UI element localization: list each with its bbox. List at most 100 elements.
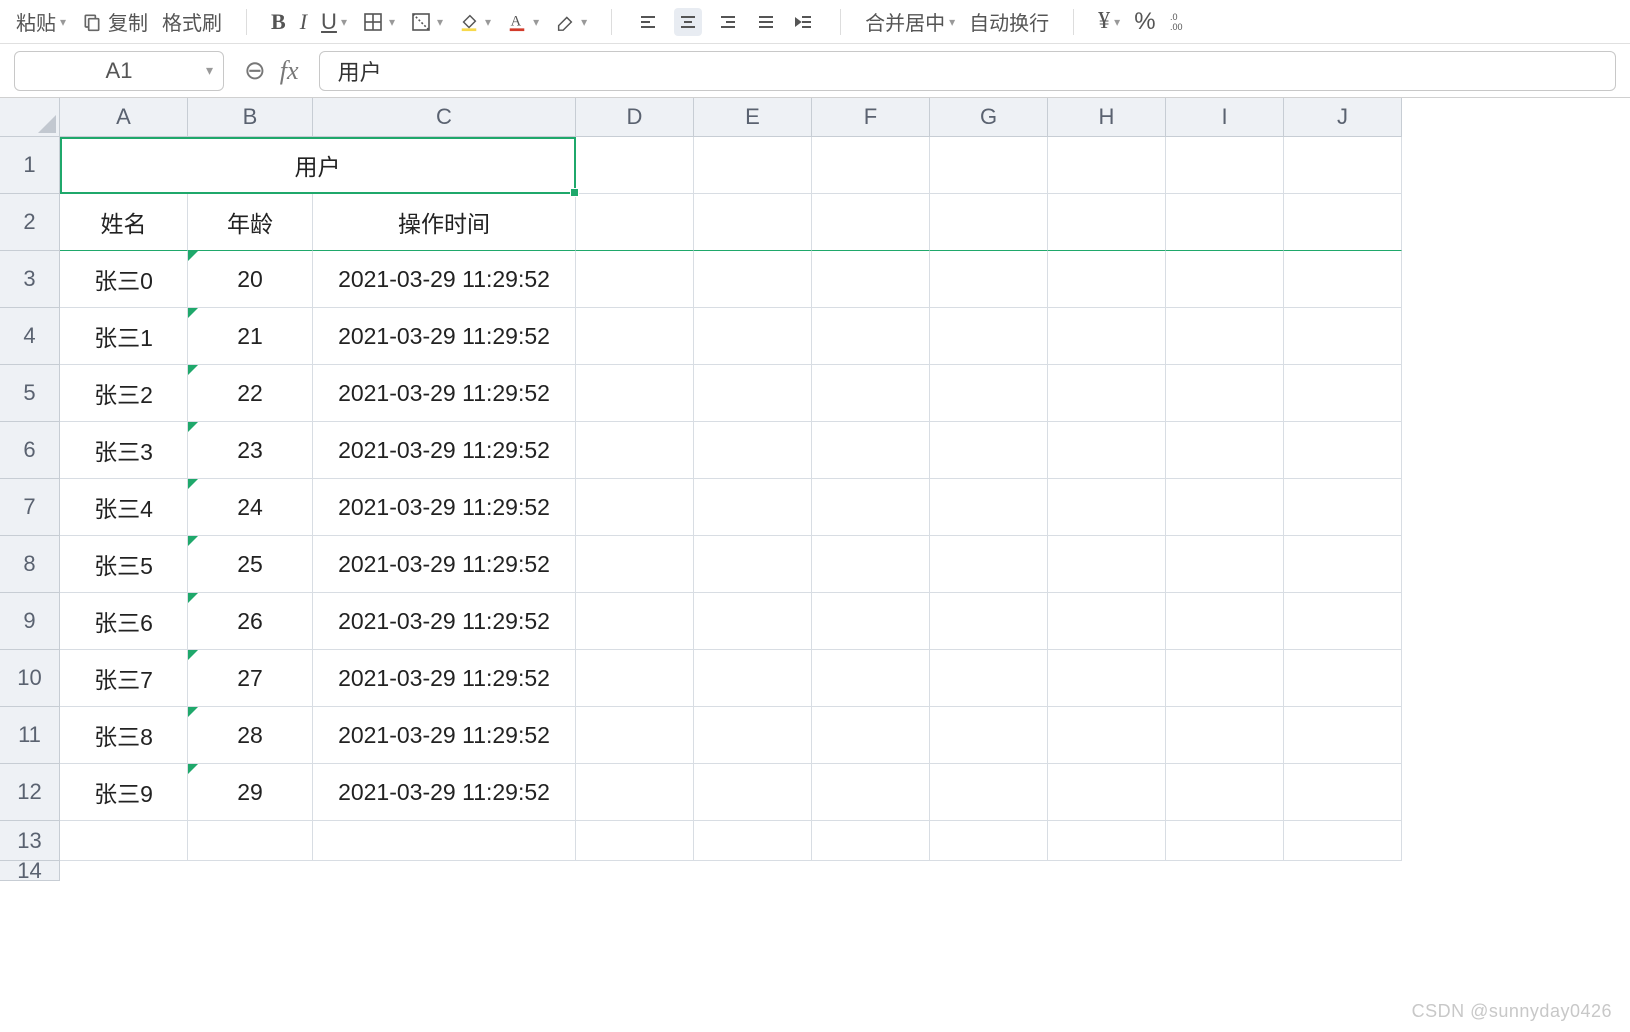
align-center-button[interactable]: [674, 8, 702, 36]
cell[interactable]: [576, 137, 694, 194]
cell[interactable]: [930, 422, 1048, 479]
cell[interactable]: [1284, 821, 1402, 861]
column-header[interactable]: J: [1284, 98, 1402, 137]
wrap-text-button[interactable]: 自动换行: [969, 7, 1049, 36]
cell[interactable]: [576, 194, 694, 251]
column-header[interactable]: F: [812, 98, 930, 137]
cell[interactable]: 张三1: [60, 308, 188, 365]
column-header[interactable]: H: [1048, 98, 1166, 137]
cell[interactable]: [1166, 422, 1284, 479]
cell[interactable]: [576, 251, 694, 308]
cell[interactable]: [1166, 650, 1284, 707]
align-justify-button[interactable]: [754, 10, 778, 34]
cell[interactable]: [1048, 593, 1166, 650]
column-header[interactable]: E: [694, 98, 812, 137]
row-header[interactable]: 1: [0, 137, 60, 194]
underline-button[interactable]: U▾: [321, 9, 347, 35]
cell[interactable]: [1284, 650, 1402, 707]
cell[interactable]: [1048, 650, 1166, 707]
cell[interactable]: [1166, 707, 1284, 764]
format-painter-button[interactable]: 格式刷: [162, 7, 222, 36]
column-header[interactable]: A: [60, 98, 188, 137]
row-header[interactable]: 8: [0, 536, 60, 593]
cell[interactable]: [930, 764, 1048, 821]
cell[interactable]: [313, 821, 576, 861]
cell[interactable]: [1166, 479, 1284, 536]
cell[interactable]: 28: [188, 707, 313, 764]
cell[interactable]: 23: [188, 422, 313, 479]
cell[interactable]: 张三3: [60, 422, 188, 479]
spreadsheet-grid[interactable]: A B C D E F G H I J 1 2 3 4 5 6 7 8 9 10…: [0, 98, 1630, 1032]
cell[interactable]: 21: [188, 308, 313, 365]
name-box[interactable]: A1 ▾: [14, 51, 224, 91]
cell[interactable]: [930, 251, 1048, 308]
fx-icon[interactable]: fx: [280, 56, 299, 86]
bold-button[interactable]: B: [271, 9, 286, 35]
row-header[interactable]: 9: [0, 593, 60, 650]
cell[interactable]: [812, 821, 930, 861]
cell[interactable]: [812, 764, 930, 821]
merge-center-button[interactable]: 合并居中 ▾: [865, 7, 955, 36]
indent-button[interactable]: [792, 10, 816, 34]
cell[interactable]: [694, 479, 812, 536]
cell[interactable]: [576, 365, 694, 422]
cell[interactable]: [1166, 251, 1284, 308]
cell[interactable]: [1166, 764, 1284, 821]
cell[interactable]: [1284, 365, 1402, 422]
cell[interactable]: 张三7: [60, 650, 188, 707]
cell[interactable]: 24: [188, 479, 313, 536]
cell[interactable]: [1284, 194, 1402, 251]
cell[interactable]: 2021-03-29 11:29:52: [313, 650, 576, 707]
cell[interactable]: [1048, 707, 1166, 764]
row-header[interactable]: 12: [0, 764, 60, 821]
currency-button[interactable]: ¥▾: [1098, 8, 1120, 35]
cell[interactable]: [1048, 821, 1166, 861]
cell[interactable]: 张三2: [60, 365, 188, 422]
cell-header-age[interactable]: 年龄: [188, 194, 313, 251]
cell[interactable]: [1284, 308, 1402, 365]
cell-merged-title[interactable]: 用户: [60, 137, 576, 194]
cell[interactable]: 25: [188, 536, 313, 593]
cell[interactable]: [812, 422, 930, 479]
cell[interactable]: [694, 365, 812, 422]
cell[interactable]: [930, 536, 1048, 593]
cell[interactable]: [1166, 137, 1284, 194]
cell[interactable]: [1166, 308, 1284, 365]
cell[interactable]: 张三8: [60, 707, 188, 764]
cell[interactable]: [694, 422, 812, 479]
cell[interactable]: [812, 479, 930, 536]
row-header[interactable]: 5: [0, 365, 60, 422]
align-right-button[interactable]: [716, 10, 740, 34]
cell[interactable]: [812, 137, 930, 194]
cell[interactable]: [694, 593, 812, 650]
cell[interactable]: [1284, 764, 1402, 821]
cell[interactable]: [576, 821, 694, 861]
cell[interactable]: 27: [188, 650, 313, 707]
row-header[interactable]: 2: [0, 194, 60, 251]
cell[interactable]: [930, 365, 1048, 422]
cell[interactable]: [694, 194, 812, 251]
cell[interactable]: [1284, 593, 1402, 650]
cell[interactable]: [930, 821, 1048, 861]
row-header[interactable]: 13: [0, 821, 60, 861]
cell[interactable]: [812, 650, 930, 707]
cell[interactable]: 2021-03-29 11:29:52: [313, 479, 576, 536]
cell[interactable]: 张三6: [60, 593, 188, 650]
cell[interactable]: [930, 707, 1048, 764]
align-left-button[interactable]: [636, 10, 660, 34]
cell[interactable]: [576, 593, 694, 650]
cell[interactable]: [812, 251, 930, 308]
cell[interactable]: [576, 707, 694, 764]
cell[interactable]: [694, 650, 812, 707]
cell-style-button[interactable]: ▾: [409, 10, 443, 34]
cell[interactable]: [930, 479, 1048, 536]
cell[interactable]: 29: [188, 764, 313, 821]
row-header[interactable]: 11: [0, 707, 60, 764]
cell[interactable]: [1166, 365, 1284, 422]
cell[interactable]: [930, 593, 1048, 650]
cell[interactable]: [1166, 536, 1284, 593]
cell[interactable]: [576, 650, 694, 707]
cell[interactable]: [576, 479, 694, 536]
cell[interactable]: [60, 821, 188, 861]
cell[interactable]: 张三0: [60, 251, 188, 308]
